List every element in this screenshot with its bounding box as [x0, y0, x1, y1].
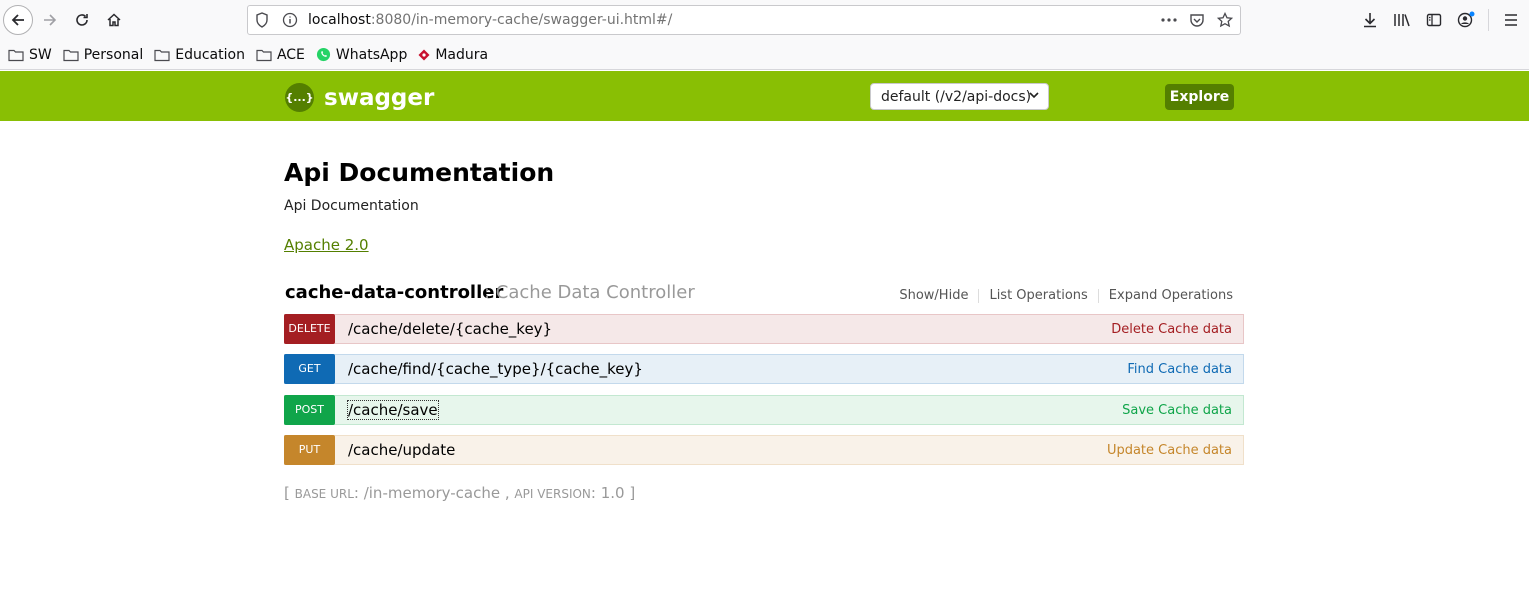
swagger-logo-text: swagger	[324, 84, 435, 111]
url-text[interactable]: localhost:8080/in-memory-cache/swagger-u…	[308, 12, 672, 28]
operation-delete[interactable]: DELETE /cache/delete/{cache_key} Delete …	[284, 313, 1244, 344]
bookmark-ace[interactable]: ACE	[256, 47, 305, 63]
api-version-label: Api Version	[514, 487, 591, 501]
operation-post[interactable]: POST /cache/save Save Cache data	[284, 394, 1244, 425]
expand-operations-link[interactable]: Expand Operations	[1099, 289, 1233, 303]
url-path: :8080/in-memory-cache/swagger-ui.html#/	[370, 12, 673, 28]
swagger-logo[interactable]: {...} swagger	[285, 83, 434, 112]
bookmarks-bar: SW Personal Education ACE WhatsApp Madur…	[0, 40, 1529, 70]
operation-path[interactable]: /cache/delete/{cache_key}	[348, 320, 552, 338]
bookmark-personal[interactable]: Personal	[63, 46, 144, 63]
base-url-label: Base URL	[294, 487, 354, 501]
license-link[interactable]: Apache 2.0	[284, 236, 369, 254]
operation-path[interactable]: /cache/update	[348, 441, 455, 459]
folder-icon	[256, 49, 272, 61]
api-footer-info: [ Base URL: /in-memory-cache , Api Versi…	[284, 484, 635, 502]
bookmark-label: Personal	[83, 46, 144, 63]
spec-select[interactable]: default (/v2/api-docs)	[870, 83, 1049, 110]
http-method-badge[interactable]: PUT	[284, 434, 335, 465]
operation-summary[interactable]: Save Cache data	[1122, 403, 1232, 418]
bookmark-label: WhatsApp	[335, 46, 408, 63]
explore-button[interactable]: Explore	[1165, 84, 1234, 110]
operation-get[interactable]: GET /cache/find/{cache_type}/{cache_key}…	[284, 353, 1244, 384]
list-operations-link[interactable]: List Operations	[979, 289, 1099, 303]
bookmark-sw[interactable]: SW	[8, 47, 52, 63]
back-button[interactable]	[3, 5, 33, 35]
api-version-value: : 1.0	[590, 484, 630, 502]
madura-icon	[418, 49, 430, 60]
footer-bracket-close: ]	[629, 484, 636, 502]
url-bar[interactable]: localhost:8080/in-memory-cache/swagger-u…	[247, 5, 1241, 35]
url-host: localhost	[308, 12, 371, 28]
spec-select-value: default (/v2/api-docs)	[881, 88, 1032, 105]
bookmark-label: ACE	[276, 46, 305, 63]
operation-path[interactable]: /cache/find/{cache_type}/{cache_key}	[348, 360, 643, 378]
reload-button[interactable]	[67, 5, 97, 35]
controller-description: : Cache Data Controller	[484, 282, 695, 303]
chevron-down-icon	[1028, 89, 1040, 105]
page-description: Api Documentation	[284, 198, 419, 214]
tracking-shield-icon[interactable]	[255, 12, 269, 32]
bookmark-label: Madura	[435, 46, 489, 63]
arrow-left-icon	[11, 14, 24, 26]
folder-icon	[154, 49, 170, 61]
toolbar-separator	[1488, 9, 1489, 31]
menu-hamburger-icon[interactable]	[1501, 9, 1521, 31]
forward-button[interactable]	[35, 5, 65, 35]
operation-put[interactable]: PUT /cache/update Update Cache data	[284, 434, 1244, 465]
site-info-icon[interactable]	[282, 12, 298, 32]
folder-icon	[8, 49, 24, 61]
bookmark-whatsapp[interactable]: WhatsApp	[316, 47, 407, 63]
pocket-icon[interactable]	[1188, 10, 1206, 30]
controller-actions: Show/Hide List Operations Expand Operati…	[889, 289, 1233, 303]
base-url-value: : /in-memory-cache ,	[353, 484, 515, 502]
operation-path[interactable]: /cache/save	[347, 400, 439, 420]
operation-summary[interactable]: Find Cache data	[1127, 362, 1232, 377]
bookmark-star-icon[interactable]	[1216, 10, 1234, 30]
downloads-icon[interactable]	[1360, 9, 1380, 31]
home-button[interactable]	[99, 5, 129, 35]
library-icon[interactable]	[1392, 9, 1412, 31]
folder-icon	[63, 49, 79, 61]
operation-summary[interactable]: Delete Cache data	[1111, 322, 1232, 337]
home-icon	[107, 13, 121, 27]
swagger-header: {...} swagger default (/v2/api-docs)	[0, 71, 1529, 121]
operation-summary[interactable]: Update Cache data	[1107, 443, 1232, 458]
sidebar-icon[interactable]	[1424, 9, 1444, 31]
show-hide-link[interactable]: Show/Hide	[889, 289, 980, 303]
account-icon[interactable]	[1456, 9, 1476, 31]
page-title: Api Documentation	[284, 158, 555, 187]
bookmark-madura[interactable]: Madura	[418, 47, 488, 63]
bookmark-label: SW	[29, 46, 52, 63]
whatsapp-icon	[316, 47, 330, 62]
footer-bracket-open: [	[284, 484, 295, 502]
controller-name-link[interactable]: cache-data-controller	[285, 282, 503, 303]
http-method-badge[interactable]: DELETE	[284, 313, 335, 344]
arrow-right-icon	[44, 14, 57, 26]
reload-icon	[76, 14, 88, 26]
bookmark-education[interactable]: Education	[154, 47, 245, 63]
browser-toolbar: localhost:8080/in-memory-cache/swagger-u…	[0, 0, 1529, 40]
swagger-logo-icon: {...}	[285, 83, 314, 112]
page-actions-icon[interactable]	[1160, 10, 1178, 30]
bookmark-label: Education	[175, 46, 245, 63]
http-method-badge[interactable]: POST	[284, 394, 335, 425]
http-method-badge[interactable]: GET	[284, 353, 335, 384]
